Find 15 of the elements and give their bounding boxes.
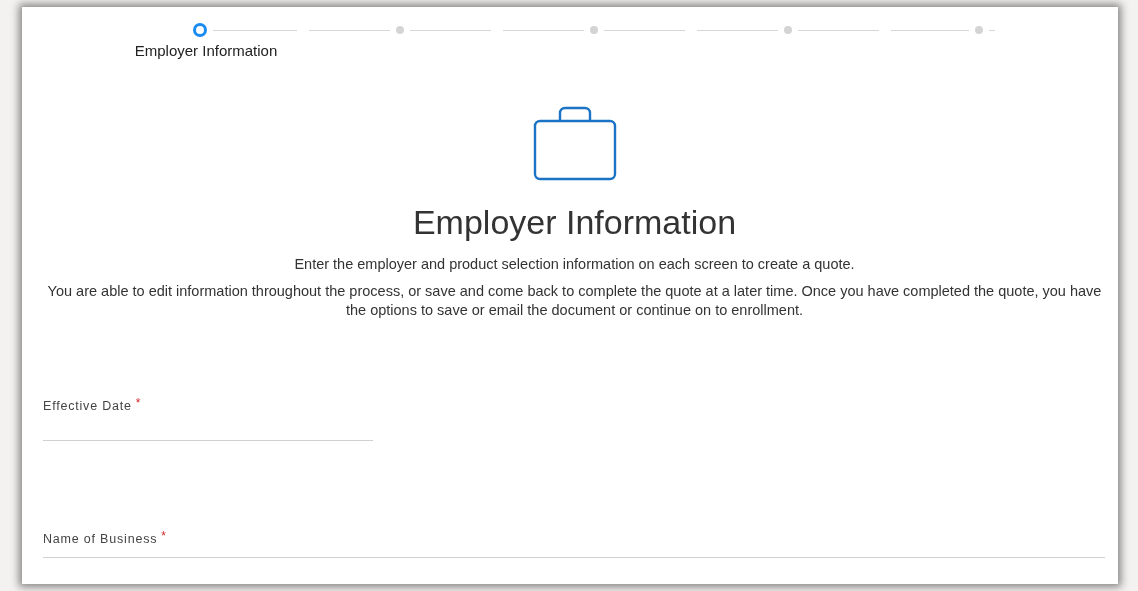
step-marker[interactable] (193, 23, 207, 37)
step-connector (989, 29, 995, 31)
briefcase-icon (532, 105, 617, 181)
step-marker[interactable] (396, 26, 404, 34)
step-marker[interactable] (784, 26, 792, 34)
required-mark: * (135, 395, 141, 410)
field-label: Name of Business (43, 531, 158, 546)
page-title: Employer Information (411, 203, 738, 242)
step-label: Employer Information (134, 42, 278, 59)
description-text: You are able to edit information throughout the process, or save and come back to complete the quote at a later time. Once you have completed the quote, you have the options to save or email the document or continue on to enrollment. (46, 282, 1103, 320)
field-label: Effective Date (43, 398, 132, 413)
intro-text: Enter the employer and product selection information on each screen to create a quote. (293, 256, 856, 272)
step-marker[interactable] (590, 26, 598, 34)
step-marker[interactable] (975, 26, 983, 34)
required-mark: * (161, 528, 166, 543)
